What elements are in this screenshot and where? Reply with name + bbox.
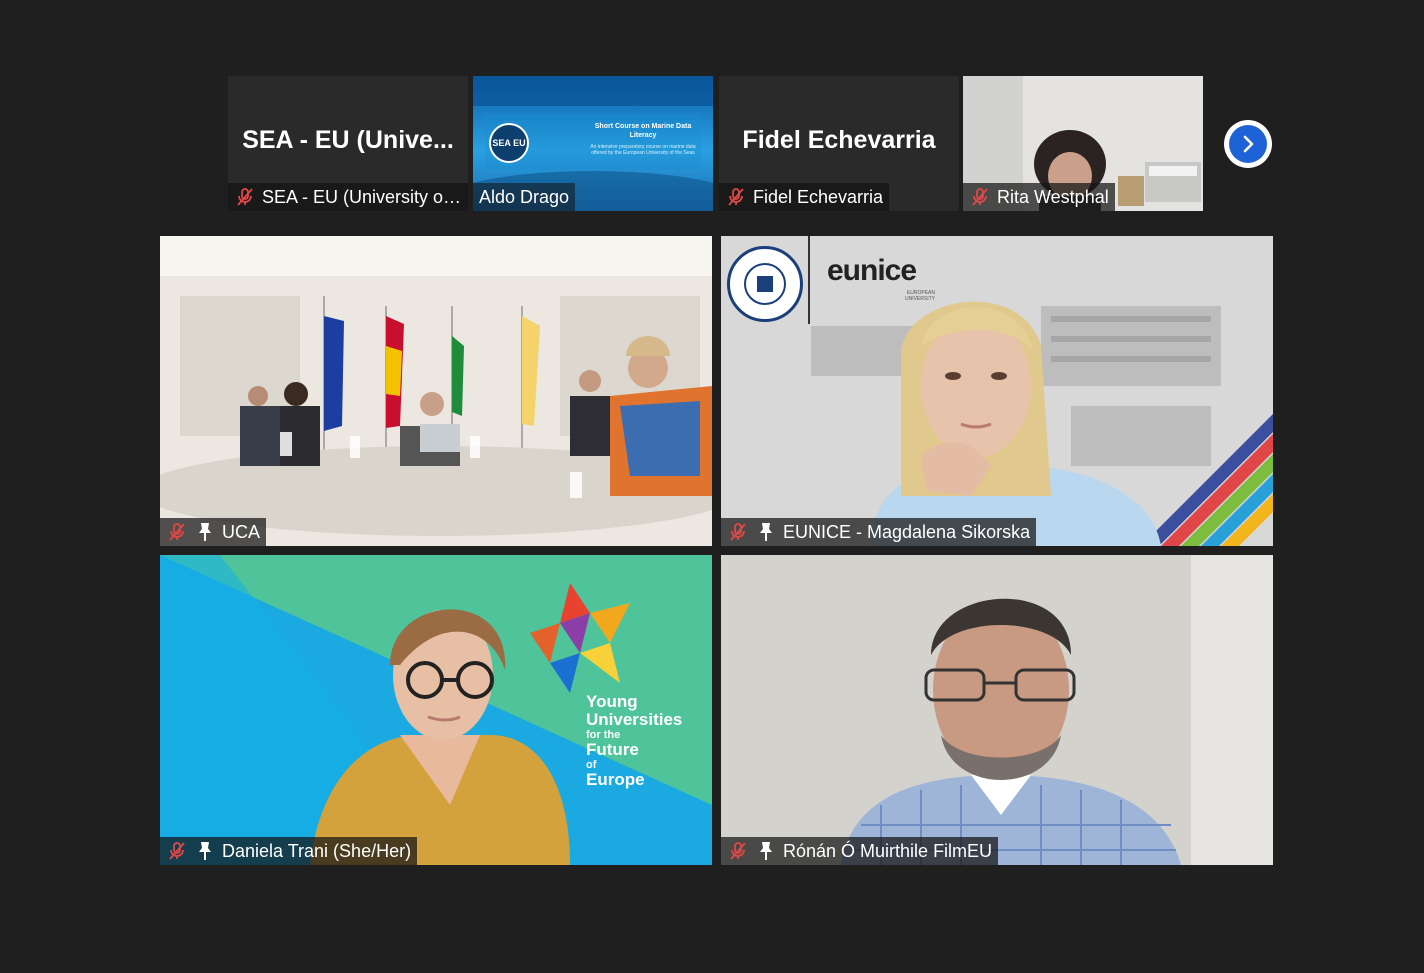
mic-off-icon (234, 186, 256, 208)
participant-label: Fidel Echevarria (719, 183, 890, 211)
participant-name: Rónán Ó Muirthile FilmEU (783, 841, 993, 861)
mic-off-icon (727, 840, 749, 862)
participant-name: UCA (222, 522, 261, 542)
pin-icon (194, 521, 216, 543)
strip-tile-fidel-echevarria[interactable]: Fidel Echevarria Fidel Echevarria (719, 76, 959, 211)
pin-icon (755, 840, 777, 862)
participant-name: EUNICE - Magdalena Sikorska (783, 522, 1031, 542)
mic-off-icon (725, 186, 747, 208)
video-tile-daniela-trani[interactable]: Young Universities for the Future of Eur… (160, 555, 712, 865)
participant-name: Rita Westphal (997, 187, 1109, 207)
participant-name-large: SEA - EU (Unive... (242, 126, 454, 154)
eunice-logo: eunice (827, 254, 917, 287)
university-seal-logo (727, 246, 803, 322)
eunice-subtitle: EUROPEAN UNIVERSITY (904, 290, 935, 302)
video-feed (721, 555, 1273, 865)
video-feed (721, 236, 1273, 546)
sea-eu-logo: SEA EU (489, 123, 529, 163)
next-page-button[interactable] (1224, 120, 1272, 168)
video-tile-uca[interactable]: UCA (160, 236, 712, 546)
participant-name: SEA - EU (University of... (262, 187, 462, 207)
participant-label: SEA - EU (University of... (228, 183, 468, 211)
pin-icon (194, 840, 216, 862)
participant-name-large: Fidel Echevarria (742, 126, 936, 154)
yufe-logo-text: Young Universities for the Future of Eur… (586, 692, 683, 789)
participant-label: UCA (160, 518, 267, 546)
strip-tile-sea-eu[interactable]: SEA - EU (Unive... SEA - EU (University … (228, 76, 468, 211)
video-tile-eunice[interactable]: eunice EUROPEAN UNIVERSITY EUNICE - Magd… (721, 236, 1273, 546)
slide-subtitle: An intensive preparatory course on marin… (590, 144, 696, 156)
mic-off-icon (969, 186, 991, 208)
participant-name: Aldo Drago (479, 187, 570, 207)
slide-heading: Short Course on Marine Data Literacy (594, 123, 692, 139)
participant-name: Daniela Trani (She/Her) (222, 841, 412, 861)
strip-tile-rita-westphal[interactable]: Rita Westphal (963, 76, 1203, 211)
video-tile-ronan[interactable]: Rónán Ó Muirthile FilmEU (721, 555, 1273, 865)
mic-off-icon (166, 840, 188, 862)
strip-tile-aldo-drago[interactable]: SEA EU Short Course on Marine Data Liter… (473, 76, 713, 211)
participant-label: EUNICE - Magdalena Sikorska (721, 518, 1037, 546)
participant-label: Rita Westphal (963, 183, 1115, 211)
mic-off-icon (727, 521, 749, 543)
participant-label: Daniela Trani (She/Her) (160, 837, 418, 865)
participant-label: Rónán Ó Muirthile FilmEU (721, 837, 999, 865)
mic-off-icon (166, 521, 188, 543)
video-feed (160, 236, 712, 546)
pin-icon (755, 521, 777, 543)
participant-label: Aldo Drago (473, 183, 576, 211)
participant-name: Fidel Echevarria (753, 187, 884, 207)
chevron-right-icon (1243, 135, 1254, 153)
